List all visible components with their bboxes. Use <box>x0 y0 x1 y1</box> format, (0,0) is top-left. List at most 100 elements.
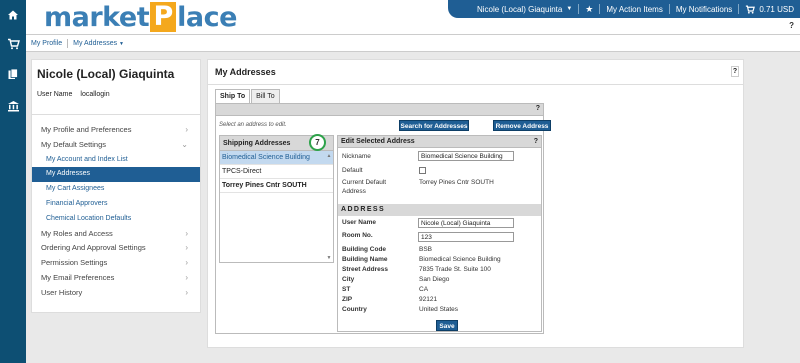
save-button[interactable]: Save <box>436 320 458 331</box>
help-icon[interactable]: ? <box>789 21 794 30</box>
username-value: locallogin <box>80 91 110 98</box>
help-icon[interactable]: ? <box>731 66 739 77</box>
search-addresses-button[interactable]: Search for Addresses <box>399 120 469 131</box>
sidebar-item-my-email-preferences[interactable]: My Email Preferences › <box>32 271 200 286</box>
documents-icon[interactable] <box>0 63 26 85</box>
sidebar-item-ordering-and-approval-settings[interactable]: Ordering And Approval Settings › <box>32 241 200 256</box>
city-label: City <box>342 276 355 283</box>
header: market Place Nicole (Local) Giaquinta ▼ ★… <box>26 0 800 34</box>
sidebar-item-label: My Profile and Preferences <box>41 125 132 134</box>
scroll-down-icon[interactable]: ▼ <box>326 255 332 261</box>
sidebar-item-label: My Email Preferences <box>41 272 115 282</box>
cart-summary[interactable]: 0.71 USD <box>739 0 800 18</box>
edit-address-header: Edit Selected Address ? <box>338 136 541 148</box>
sidebar-item-my-addresses[interactable]: My Addresses <box>32 167 200 183</box>
sidebar-item-label: User History <box>41 287 83 297</box>
left-nav-rail <box>0 0 26 363</box>
current-default-label-line2: Address <box>342 188 366 195</box>
edit-address-title: Edit Selected Address <box>341 138 415 145</box>
chevron-right-icon: › <box>185 228 188 238</box>
scrollbar[interactable]: ▲ ▼ <box>326 153 332 261</box>
home-icon[interactable] <box>0 4 26 26</box>
chevron-down-icon: ▼ <box>566 6 573 12</box>
help-icon[interactable]: ? <box>536 105 540 112</box>
room-field[interactable]: 123 <box>418 232 514 242</box>
zip-value: 92121 <box>419 296 438 303</box>
shipping-address-list: Biomedical Science Building TPCS-Direct To… <box>220 151 333 193</box>
user-menu[interactable]: Nicole (Local) Giaquinta ▼ <box>471 0 578 18</box>
username-field[interactable]: Nicole (Local) Giaquinta <box>418 218 514 228</box>
building-code-value: BSB <box>419 246 433 253</box>
sidebar-item-user-history[interactable]: User History › <box>32 286 200 301</box>
help-icon[interactable]: ? <box>534 136 538 148</box>
username-label: User Name <box>37 91 73 98</box>
star-icon: ★ <box>585 3 594 14</box>
count-badge: 7 <box>309 134 326 151</box>
nickname-field[interactable]: Biomedical Science Building <box>418 151 514 161</box>
sidebar-item-label: Ordering And Approval Settings <box>41 243 146 253</box>
help-bar: ? <box>26 18 800 34</box>
building-name-value: Biomedical Science Building <box>419 256 501 263</box>
main-panel: My Addresses ? Ship To Bill To ? Select … <box>207 59 744 348</box>
sidebar-item-my-account-and-index-list[interactable]: My Account and Index List <box>32 153 200 168</box>
user-menu-label: Nicole (Local) Giaquinta <box>476 4 563 14</box>
cart-amount: 0.71 USD <box>759 4 794 14</box>
tab-content: ? Select an address to edit. Search for … <box>215 103 551 334</box>
state-label: ST <box>342 286 351 293</box>
sidebar-item-permission-settings[interactable]: Permission Settings › <box>32 256 200 271</box>
room-label: Room No. <box>342 232 373 239</box>
sidebar-item-label: My Default Settings <box>41 139 107 149</box>
shipping-addresses-panel: Shipping Addresses 7 Biomedical Science … <box>219 134 334 263</box>
divider <box>208 84 743 85</box>
current-default-value: Torrey Pines Cntr SOUTH <box>419 179 494 186</box>
username-row: User Name locallogin <box>37 91 195 98</box>
tab-bar: Ship To Bill To <box>215 89 281 103</box>
remove-address-button[interactable]: Remove Address <box>493 120 551 131</box>
chevron-right-icon: › <box>185 258 188 268</box>
building-code-label: Building Code <box>342 246 387 253</box>
sidebar-item-label: Financial Approvers <box>46 199 108 207</box>
page-title: My Addresses <box>215 67 276 77</box>
action-items-link[interactable]: My Action Items <box>600 0 668 18</box>
default-checkbox[interactable] <box>419 167 426 174</box>
sidebar-item-my-default-settings[interactable]: My Default Settings ⌄ <box>32 138 200 153</box>
top-bar: Nicole (Local) Giaquinta ▼ ★ My Action I… <box>448 0 800 18</box>
sidebar-menu: My Profile and Preferences › My Default Se… <box>32 123 200 301</box>
favorites-star[interactable]: ★ <box>579 0 599 18</box>
user-summary: Nicole (Local) Giaquinta User Name local… <box>32 60 200 115</box>
edit-address-panel: Edit Selected Address ? Nickname Biomedi… <box>337 135 542 332</box>
breadcrumb: My Profile My Addresses ▼ <box>26 34 800 52</box>
sidebar-item-my-cart-assignees[interactable]: My Cart Assignees <box>32 182 200 197</box>
address-section-header: ADDRESS <box>338 204 541 216</box>
country-label: Country <box>342 306 367 313</box>
shipping-address-item[interactable]: Biomedical Science Building <box>220 151 333 165</box>
building-name-label: Building Name <box>342 256 388 263</box>
sidebar-item-chemical-location-defaults[interactable]: Chemical Location Defaults <box>32 212 200 227</box>
my-profile-link[interactable]: My Profile <box>26 40 67 47</box>
sidebar-item-label: My Addresses <box>46 170 90 178</box>
tab-ship-to[interactable]: Ship To <box>215 89 251 103</box>
bank-icon[interactable] <box>0 95 26 117</box>
shipping-address-item[interactable]: Torrey Pines Cntr SOUTH <box>220 179 333 193</box>
state-value: CA <box>419 286 429 293</box>
sidebar-item-label: My Account and Index List <box>46 155 128 163</box>
notifications-link[interactable]: My Notifications <box>670 0 738 18</box>
current-default-label: Current Default <box>342 179 387 186</box>
default-label: Default <box>342 167 363 174</box>
shipping-address-item[interactable]: TPCS-Direct <box>220 165 333 179</box>
nickname-label: Nickname <box>342 153 371 160</box>
my-addresses-label: My Addresses <box>73 39 118 47</box>
sidebar-item-label: Chemical Location Defaults <box>46 214 132 222</box>
zip-label: ZIP <box>342 296 353 303</box>
chevron-down-icon: ▼ <box>119 40 124 47</box>
tab-toolbar: ? <box>216 104 543 116</box>
my-addresses-menu[interactable]: My Addresses ▼ <box>68 40 129 47</box>
sidebar-item-financial-approvers[interactable]: Financial Approvers <box>32 197 200 212</box>
tab-bill-to[interactable]: Bill To <box>251 89 280 103</box>
scroll-up-icon[interactable]: ▲ <box>326 153 332 159</box>
chevron-right-icon: › <box>185 125 188 134</box>
cart-icon[interactable] <box>0 33 26 55</box>
chevron-right-icon: › <box>185 272 188 282</box>
sidebar-item-my-profile-and-preferences[interactable]: My Profile and Preferences › <box>32 123 200 138</box>
sidebar-item-my-roles-and-access[interactable]: My Roles and Access › <box>32 227 200 242</box>
